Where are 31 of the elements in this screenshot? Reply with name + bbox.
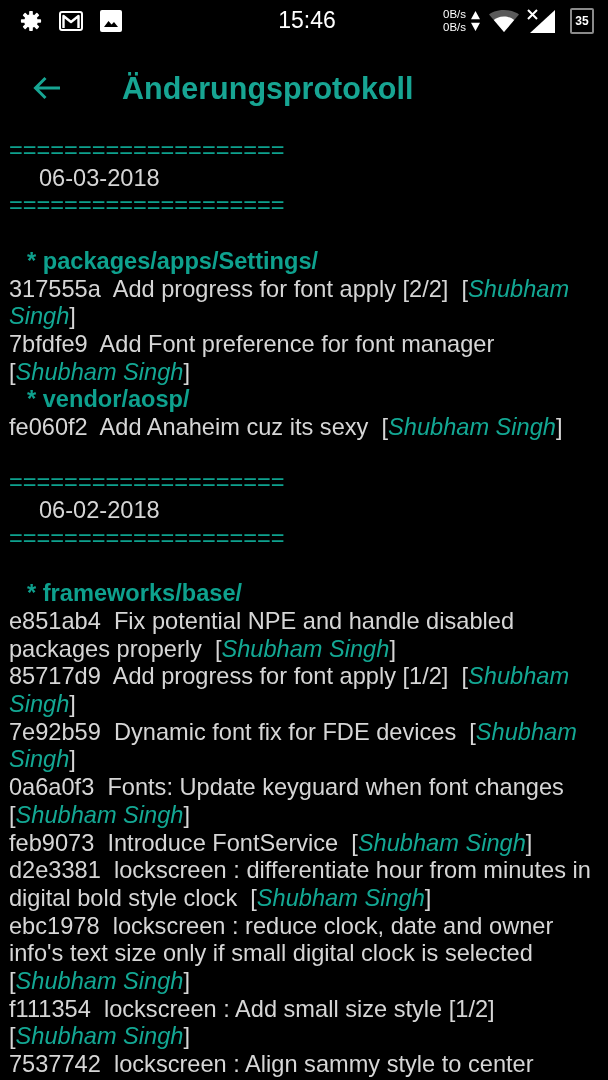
image-icon <box>100 9 122 32</box>
date-heading: 06-03-2018 <box>38 164 161 193</box>
download-speed-text: 0B/s <box>443 20 466 34</box>
battery-indicator: 35 <box>570 7 594 34</box>
commit-entry: f111354 lockscreen : Add small size style [1/2] [Shubham Singh] <box>9 995 496 1052</box>
repository-heading: * vendor/aosp/ <box>26 386 191 414</box>
upload-speed-text: 0B/s <box>443 7 466 21</box>
repository-heading: * packages/apps/Settings/ <box>26 247 320 276</box>
gear-icon <box>20 9 42 32</box>
equals-separator: ==================== <box>9 137 286 165</box>
commit-entry: e851ab4 Fix potential NPE and handle disabled packages properly [Shubham Singh] <box>9 607 515 664</box>
toolbar-title: Änderungsprotokoll <box>122 70 414 106</box>
clock-time: 15:46 <box>278 7 336 34</box>
equals-separator: ==================== <box>9 469 286 498</box>
back-arrow-icon <box>33 76 61 100</box>
commit-entry: 7bfdfe9 Add Font preference for font manager [Shubham Singh] <box>9 330 496 387</box>
commit-entry: feb9073 Introduce FontService [Shubham Singh] <box>9 829 534 858</box>
commit-entry: 85717d9 Add progress for font apply [1/2] [Shubham Singh] <box>9 663 571 719</box>
repository-heading: * frameworks/base/ <box>26 580 244 608</box>
wifi-icon <box>489 9 519 32</box>
signal-no-service-icon <box>527 8 555 33</box>
commit-entry: 7537742 lockscreen : Align sammy style to center <box>9 1051 535 1079</box>
back-button[interactable] <box>31 74 63 102</box>
equals-separator: ==================== <box>9 192 286 221</box>
date-heading: 06-02-2018 <box>38 497 161 525</box>
commit-entry: 317555a Add progress for font apply [2/2] [Shubham Singh] <box>9 275 571 331</box>
commit-entry: fe060f2 Add Anaheim cuz its sexy [Shubham Singh] <box>9 414 564 442</box>
commit-entry: 7e92b59 Dynamic font fix for FDE devices [Shubham Singh] <box>9 718 578 775</box>
up-down-arrows-icon <box>471 10 480 31</box>
equals-separator: ==================== <box>9 524 286 553</box>
mail-icon <box>59 10 83 31</box>
